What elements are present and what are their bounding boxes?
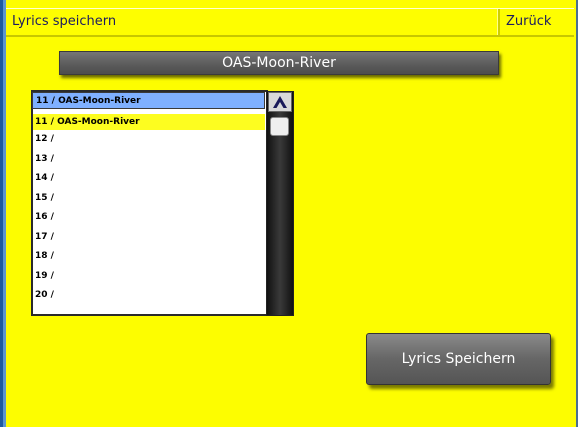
scroll-up-button[interactable] xyxy=(268,92,292,112)
back-button[interactable]: Zurück xyxy=(506,14,551,29)
list-item[interactable]: 16 / xyxy=(33,208,265,228)
page-title: Lyrics speichern xyxy=(12,14,117,29)
lyrics-slot-list: 11 / OAS-Moon-River 12 /13 /14 /15 /16 /1… xyxy=(33,114,265,311)
scroll-thumb[interactable] xyxy=(270,117,289,136)
list-item[interactable]: 17 / xyxy=(33,228,265,248)
song-name-display: OAS-Moon-River xyxy=(59,51,499,75)
chevron-up-icon xyxy=(273,96,287,108)
list-item[interactable]: 19 / xyxy=(33,267,265,287)
list-item[interactable]: 15 / xyxy=(33,189,265,209)
title-bar: Lyrics speichern Zurück xyxy=(6,8,574,37)
selected-slot-header[interactable]: 11 / OAS-Moon-River xyxy=(32,92,265,109)
list-item[interactable]: 13 / xyxy=(33,150,265,170)
list-item[interactable]: 18 / xyxy=(33,247,265,267)
list-item[interactable]: 14 / xyxy=(33,169,265,189)
window-left-border-inner xyxy=(3,0,6,427)
list-item[interactable]: 20 / xyxy=(33,286,265,306)
save-lyrics-button[interactable]: Lyrics Speichern xyxy=(366,333,551,385)
title-separator xyxy=(497,9,500,35)
list-item[interactable]: 11 / OAS-Moon-River xyxy=(33,114,265,130)
list-item[interactable]: 12 / xyxy=(33,130,265,150)
